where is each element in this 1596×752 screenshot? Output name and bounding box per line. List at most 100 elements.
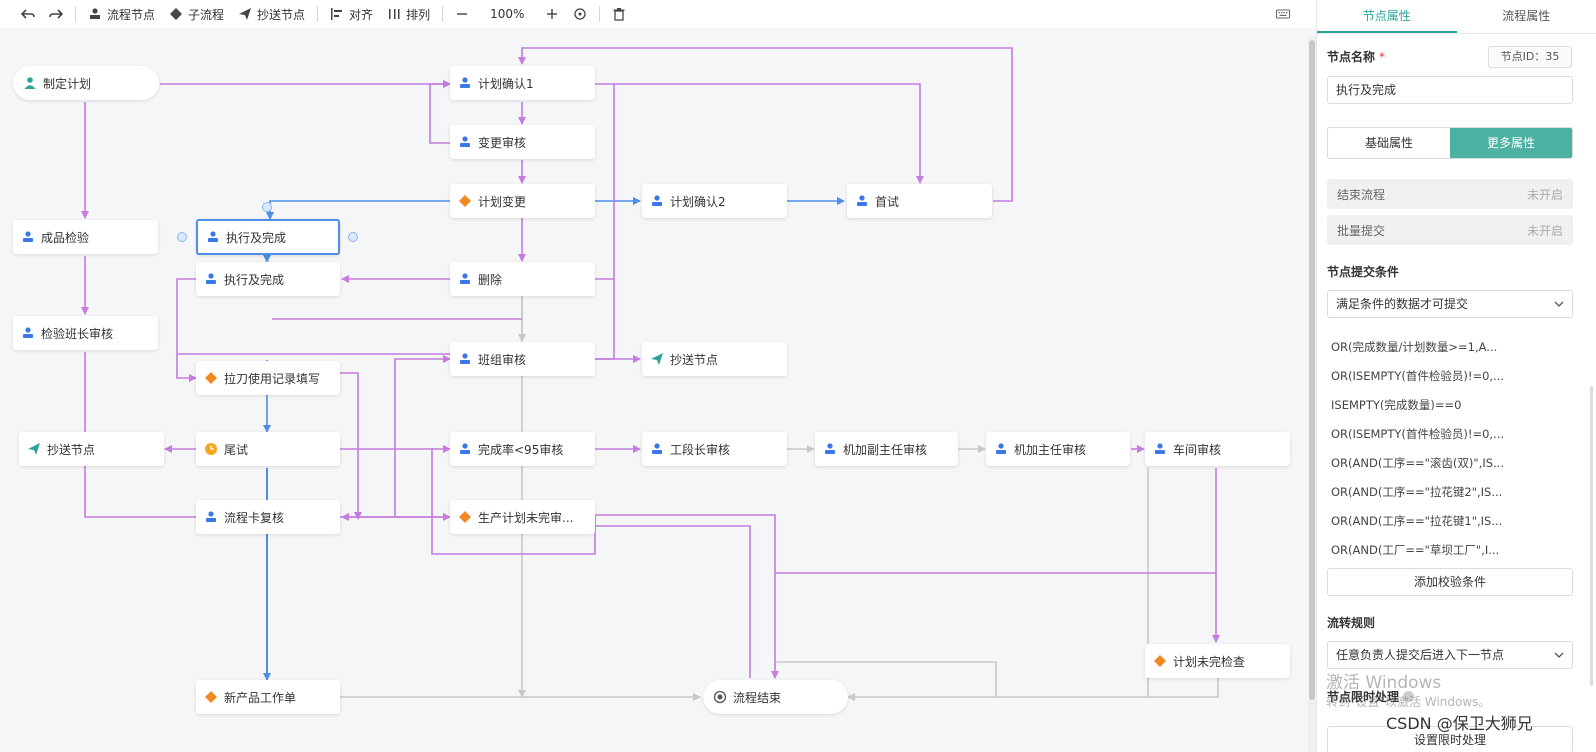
arrange-button[interactable]: 排列	[380, 0, 437, 28]
undo-icon	[21, 7, 35, 21]
batch-submit-toggle[interactable]: 批量提交 未开启	[1327, 215, 1573, 245]
node-label: 流程卡复核	[224, 510, 285, 525]
clock-icon	[204, 442, 218, 456]
node-label: 流程结束	[733, 690, 782, 705]
flow-node[interactable]: 成品检验	[13, 220, 158, 254]
user-icon	[23, 76, 37, 90]
anchor-dot-left[interactable]	[177, 232, 187, 242]
condition-item[interactable]: OR(AND(工序=="拉花键2",IS...	[1327, 478, 1573, 507]
flow-canvas[interactable]: 制定计划 计划确认1 变更审核 计划变更 计划确认2 首试 成品检验 执行及完成…	[0, 36, 1308, 752]
end-flow-state: 未开启	[1526, 187, 1563, 202]
diamond-icon	[204, 371, 218, 385]
undo-button[interactable]	[14, 0, 42, 28]
flow-node[interactable]: 抄送节点	[642, 342, 787, 376]
zoom-out-button[interactable]	[448, 0, 476, 28]
scrollbar-thumb[interactable]	[1309, 40, 1315, 700]
node-label: 班组审核	[478, 352, 527, 367]
plus-icon	[545, 7, 559, 21]
submit-condition-select[interactable]: 满足条件的数据才可提交	[1327, 290, 1573, 318]
flow-node[interactable]: 删除	[450, 262, 595, 296]
anchor-dot-right[interactable]	[348, 232, 358, 242]
flow-node[interactable]: 机加副主任审核	[815, 432, 958, 466]
canvas-scrollbar[interactable]	[1308, 36, 1316, 752]
panel-scrollbar[interactable]	[1590, 386, 1593, 686]
stamp-icon	[458, 272, 472, 286]
send-icon	[650, 352, 664, 366]
flow-node[interactable]: 班组审核	[450, 342, 595, 376]
flow-node[interactable]: 计划未完检查	[1145, 644, 1290, 678]
condition-item[interactable]: OR(ISEMPTY(首件检验员)!=0,...	[1327, 420, 1573, 449]
flow-node-end[interactable]: 流程结束	[703, 680, 848, 714]
node-label: 制定计划	[43, 76, 92, 91]
flow-node[interactable]: 检验班长审核	[13, 316, 158, 350]
condition-item[interactable]: OR(ISEMPTY(首件检验员)!=0,...	[1327, 362, 1573, 391]
flow-node[interactable]: 首试	[847, 184, 992, 218]
condition-item[interactable]: OR(完成数量/计划数量>=1,A...	[1327, 333, 1573, 362]
condition-item[interactable]: OR(AND(工厂=="草坝工厂",I...	[1327, 536, 1573, 565]
fit-view-button[interactable]	[566, 0, 594, 28]
flow-rule-select[interactable]: 任意负责人提交后进入下一节点	[1327, 641, 1573, 669]
toolbar-divider	[442, 6, 444, 22]
batch-submit-label: 批量提交	[1337, 223, 1386, 238]
redo-button[interactable]	[42, 0, 70, 28]
toolbar-divider	[599, 6, 601, 22]
node-label: 抄送节点	[670, 352, 719, 367]
tab-flow-properties[interactable]: 流程属性	[1457, 0, 1596, 33]
node-label: 工段长审核	[670, 442, 731, 457]
batch-submit-state: 未开启	[1526, 223, 1563, 238]
flow-node[interactable]: 抄送节点	[19, 432, 164, 466]
flow-node[interactable]: 计划确认2	[642, 184, 787, 218]
send-icon	[238, 7, 252, 21]
diamond-icon	[1153, 654, 1167, 668]
delete-button[interactable]	[605, 0, 633, 28]
flow-node[interactable]: 工段长审核	[642, 432, 787, 466]
flow-node[interactable]: 尾试	[196, 432, 340, 466]
submit-condition-value: 满足条件的数据才可提交	[1336, 297, 1469, 311]
flow-node[interactable]: 机加主任审核	[986, 432, 1130, 466]
stamp-icon	[823, 442, 837, 456]
windows-activation-watermark: 激活 Windows	[1326, 673, 1442, 693]
flow-node[interactable]: 流程卡复核	[196, 500, 340, 534]
align-icon	[330, 7, 344, 21]
flow-node[interactable]: 变更审核	[450, 125, 595, 159]
node-label: 执行及完成	[226, 230, 287, 245]
add-cc-node-button[interactable]: 抄送节点	[231, 0, 312, 28]
node-name-label-text: 节点名称	[1327, 50, 1376, 64]
condition-item[interactable]: OR(AND(工序=="滚齿(双)",IS...	[1327, 449, 1573, 478]
basic-properties-button[interactable]: 基础属性	[1328, 128, 1450, 158]
anchor-dot-top[interactable]	[262, 202, 272, 212]
add-sub-flow-button[interactable]: 子流程	[162, 0, 231, 28]
end-flow-toggle[interactable]: 结束流程 未开启	[1327, 179, 1573, 209]
add-condition-button[interactable]: 添加校验条件	[1327, 568, 1573, 596]
flow-node[interactable]: 计划变更	[450, 184, 595, 218]
align-button[interactable]: 对齐	[323, 0, 380, 28]
node-label: 机加主任审核	[1014, 442, 1087, 457]
flow-node[interactable]: 生产计划未完审...	[450, 500, 595, 534]
node-name-input[interactable]: 执行及完成	[1327, 76, 1573, 104]
node-label: 计划变更	[478, 194, 527, 209]
stamp-icon	[88, 7, 102, 21]
flow-node[interactable]: 计划确认1	[450, 66, 595, 100]
node-label: 机加副主任审核	[843, 442, 928, 457]
flow-node[interactable]: 执行及完成	[196, 262, 340, 296]
sub-flow-label: 子流程	[188, 7, 225, 22]
flow-node[interactable]: 车间审核	[1145, 432, 1290, 466]
flow-node[interactable]: 新产品工作单	[196, 680, 340, 714]
condition-item[interactable]: OR(AND(工序=="拉花键1",IS...	[1327, 507, 1573, 536]
zoom-in-button[interactable]	[538, 0, 566, 28]
flow-node-selected[interactable]: 执行及完成	[196, 219, 340, 255]
node-label: 成品检验	[41, 230, 90, 245]
node-label: 新产品工作单	[224, 690, 297, 705]
more-properties-button[interactable]: 更多属性	[1450, 128, 1572, 158]
flow-node[interactable]: 拉刀使用记录填写	[196, 361, 340, 395]
csdn-credit: CSDN @保卫大狮兄	[1386, 714, 1533, 733]
add-flow-node-button[interactable]: 流程节点	[81, 0, 162, 28]
tab-node-properties[interactable]: 节点属性	[1317, 0, 1457, 33]
condition-item[interactable]: ISEMPTY(完成数量)==0	[1327, 391, 1573, 420]
arrange-icon	[387, 7, 401, 21]
flow-node[interactable]: 制定计划	[13, 66, 159, 100]
flow-node[interactable]: 完成率<95审核	[450, 432, 595, 466]
keyboard-icon[interactable]	[1276, 7, 1290, 21]
node-id-badge: 节点ID：35	[1488, 46, 1572, 68]
stamp-icon	[650, 442, 664, 456]
